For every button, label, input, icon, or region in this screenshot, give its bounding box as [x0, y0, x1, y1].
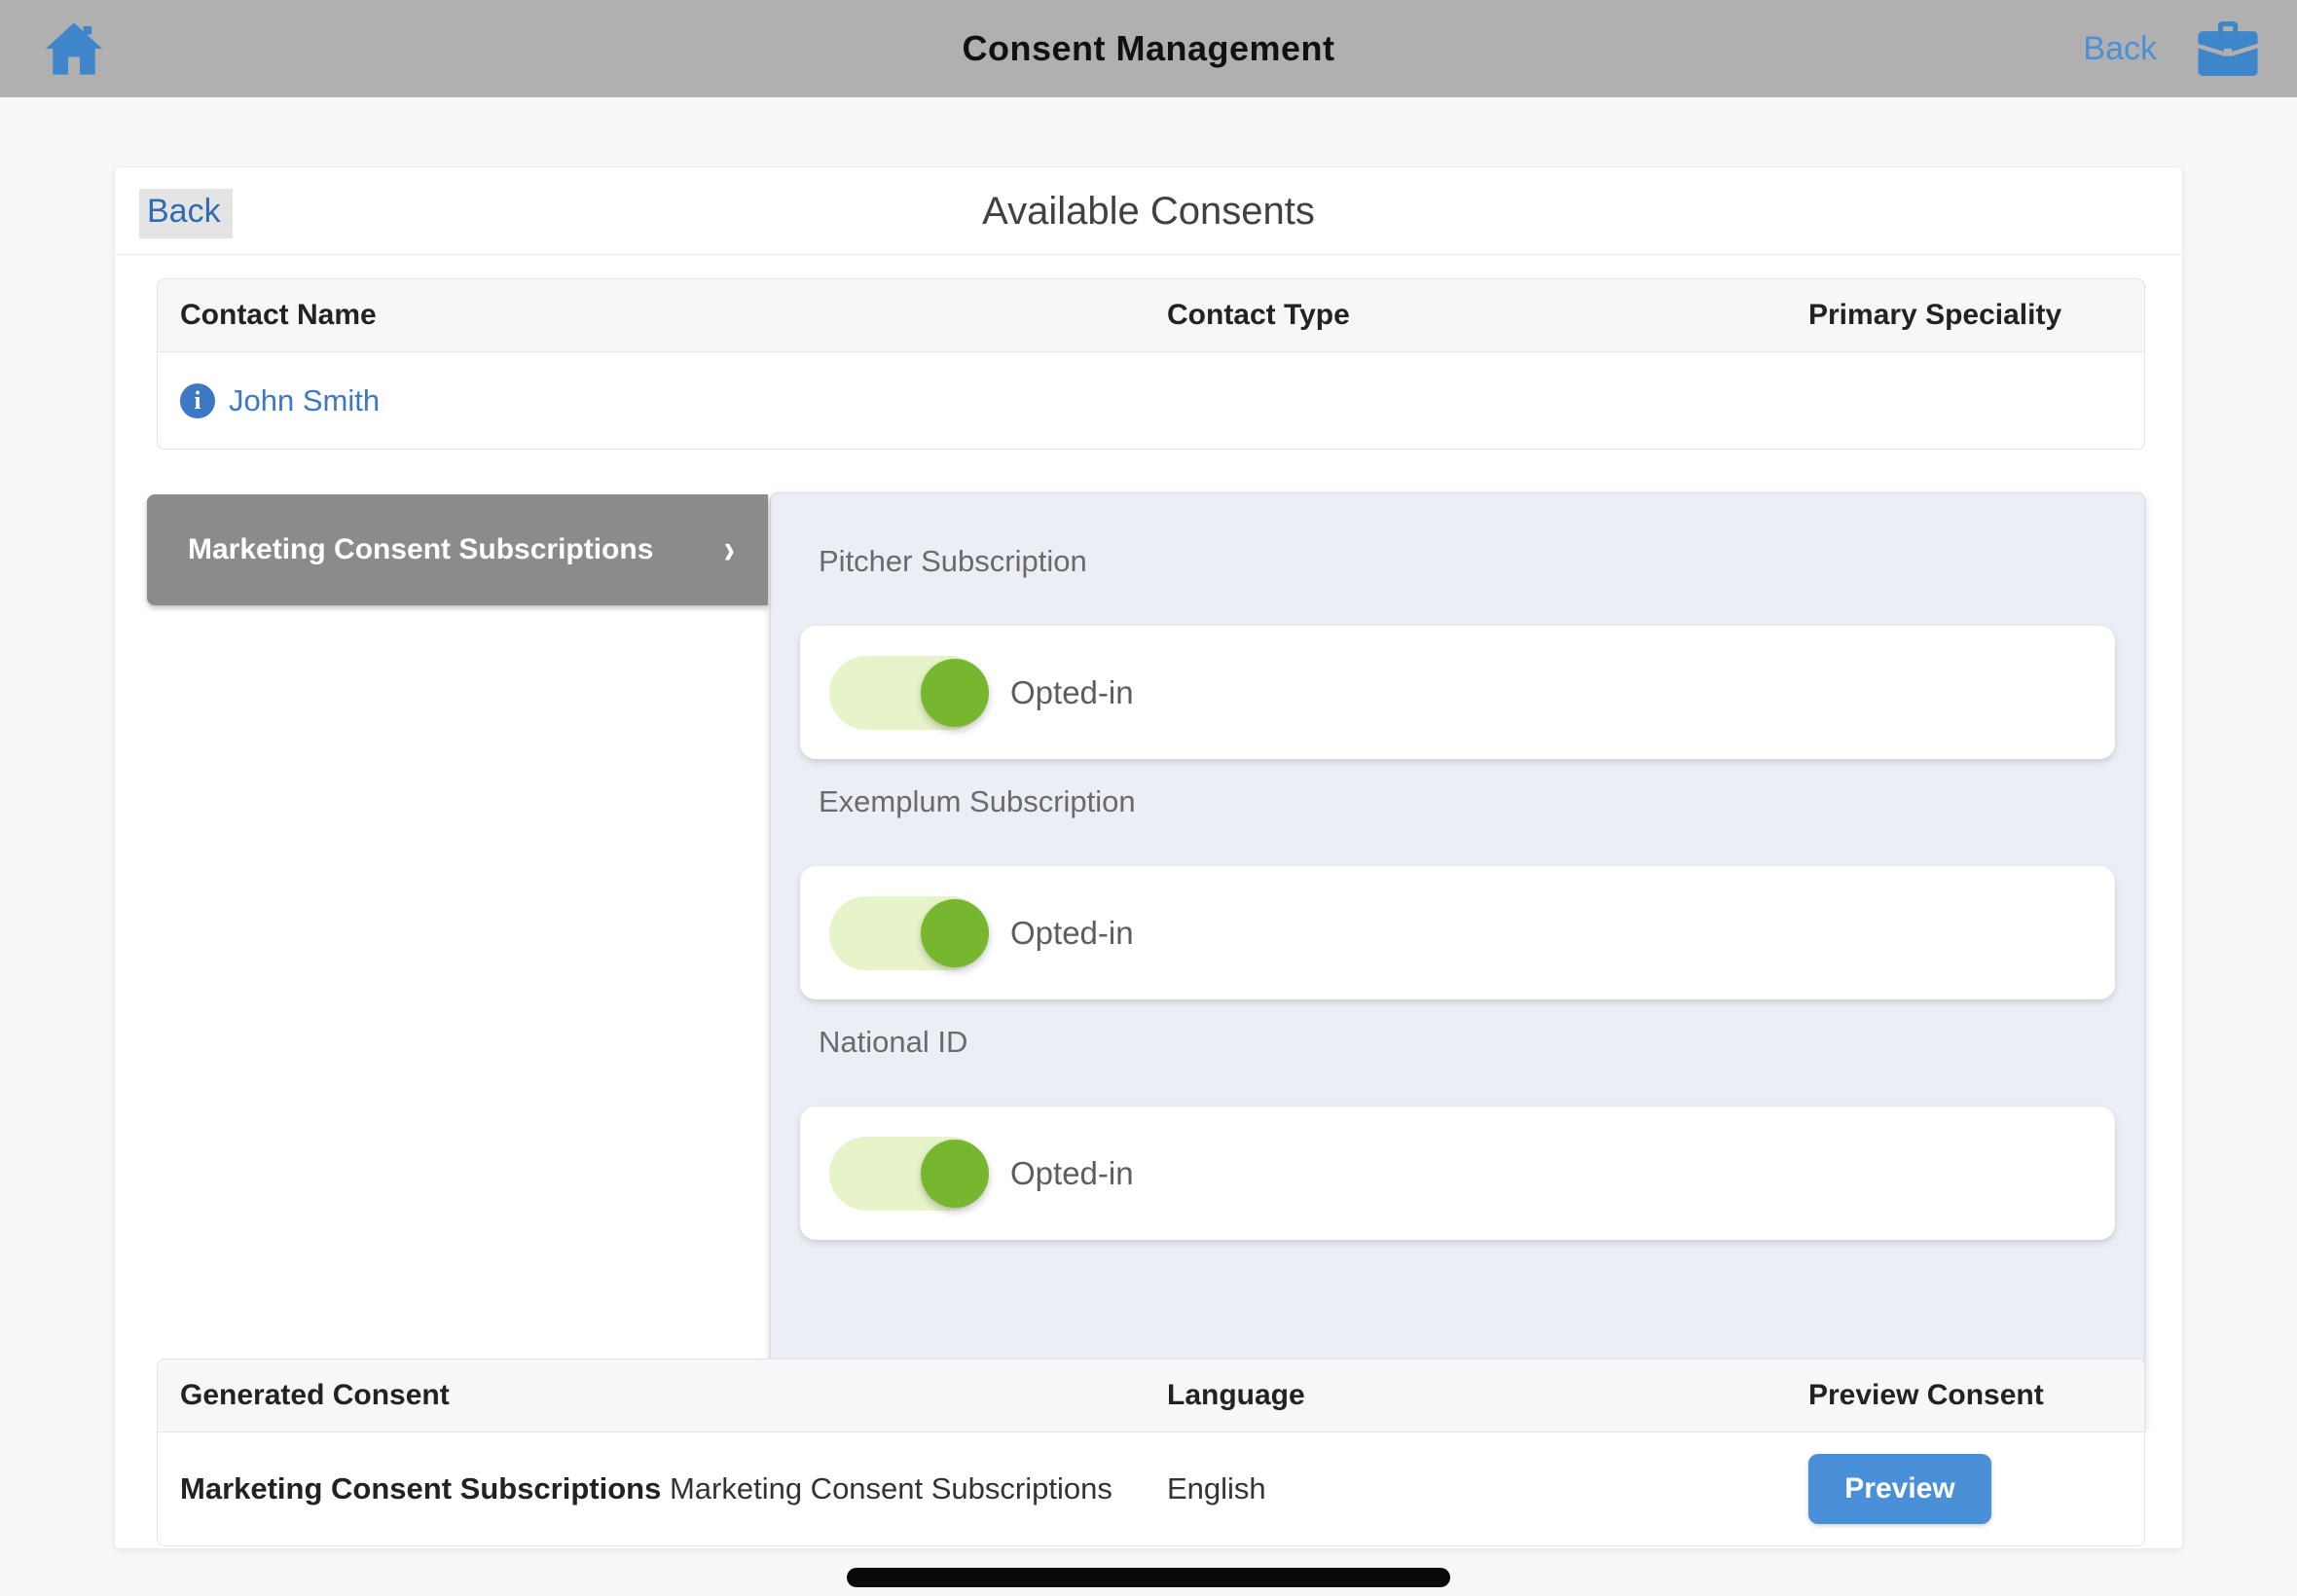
page-title: Consent Management [0, 0, 2297, 97]
opt-in-status: Opted-in [1010, 1155, 1134, 1192]
opt-in-toggle[interactable] [829, 1137, 987, 1211]
info-icon: i [180, 383, 215, 418]
toggle-card: Opted-in [800, 626, 2115, 759]
toggle-knob [921, 659, 989, 727]
top-navigation-bar: Consent Management Back [0, 0, 2297, 97]
opt-in-status: Opted-in [1010, 674, 1134, 711]
generated-consent-name-bold: Marketing Consent Subscriptions [180, 1471, 661, 1505]
subscription-label: National ID [819, 1025, 2115, 1060]
toggle-card: Opted-in [800, 866, 2115, 999]
home-indicator-bar[interactable] [847, 1568, 1450, 1587]
category-tab-label: Marketing Consent Subscriptions [188, 533, 724, 566]
contact-table-header-row: Contact Name Contact Type Primary Specia… [158, 279, 2144, 352]
consent-section-exemplum: Exemplum Subscription Opted-in [800, 784, 2115, 999]
generated-table-row: Marketing Consent Subscriptions Marketin… [158, 1433, 2144, 1545]
preview-button[interactable]: Preview [1808, 1454, 1991, 1524]
toggle-knob [921, 899, 989, 967]
card-header: Back Available Consents [115, 167, 2182, 255]
column-header-preview-consent: Preview Consent [1786, 1379, 2145, 1412]
generated-consent-table: Generated Consent Language Preview Conse… [157, 1359, 2145, 1546]
opt-in-toggle[interactable] [829, 896, 987, 970]
contact-table-row: i John Smith [158, 352, 2144, 449]
generated-table-header-row: Generated Consent Language Preview Conse… [158, 1360, 2144, 1433]
consent-subscriptions-panel: Pitcher Subscription Opted-in Exemplum S… [770, 492, 2145, 1431]
column-header-language: Language [1145, 1379, 1786, 1412]
tab-marketing-consent-subscriptions[interactable]: Marketing Consent Subscriptions › [147, 494, 768, 605]
opt-in-status: Opted-in [1010, 915, 1134, 952]
column-header-generated-consent: Generated Consent [158, 1379, 1145, 1412]
toggle-card: Opted-in [800, 1106, 2115, 1240]
consent-section-pitcher: Pitcher Subscription Opted-in [800, 544, 2115, 759]
card-title: Available Consents [115, 167, 2182, 255]
opt-in-toggle[interactable] [829, 656, 987, 730]
column-header-primary-speciality: Primary Speciality [1786, 299, 2145, 332]
contact-link[interactable]: i John Smith [180, 383, 1145, 418]
column-header-contact-type: Contact Type [1145, 299, 1786, 332]
contact-name: John Smith [229, 383, 380, 418]
toggle-knob [921, 1140, 989, 1208]
language-value: English [1145, 1471, 1786, 1506]
consent-section-national-id: National ID Opted-in [800, 1025, 2115, 1240]
subscription-label: Exemplum Subscription [819, 784, 2115, 819]
generated-consent-name: Marketing Consent Subscriptions [661, 1471, 1112, 1505]
column-header-contact-name: Contact Name [158, 299, 1145, 332]
topbar-right-group: Back [2083, 0, 2258, 97]
available-consents-card: Back Available Consents Contact Name Con… [114, 166, 2183, 1549]
briefcase-icon[interactable] [2198, 21, 2258, 76]
subscription-label: Pitcher Subscription [819, 544, 2115, 579]
topbar-back-button[interactable]: Back [2083, 30, 2157, 68]
chevron-right-icon: › [724, 526, 735, 574]
contact-table: Contact Name Contact Type Primary Specia… [157, 278, 2145, 450]
